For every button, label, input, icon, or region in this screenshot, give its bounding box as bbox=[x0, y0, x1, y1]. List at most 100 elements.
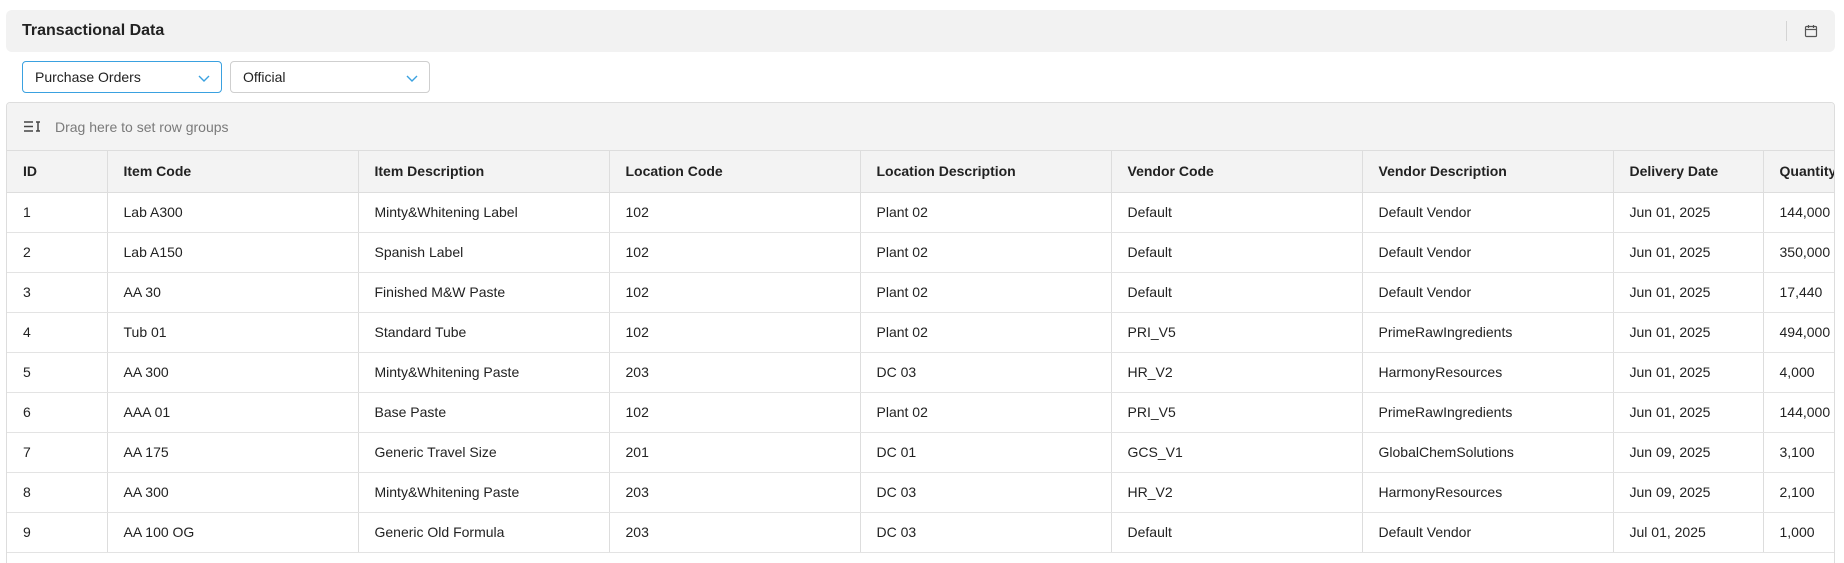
cell-quantity[interactable]: 1,000 bbox=[1763, 512, 1834, 553]
cell-location-code[interactable]: 102 bbox=[609, 392, 861, 433]
cell-location-code[interactable]: 203 bbox=[609, 472, 861, 513]
cell-location-code[interactable]: 203 bbox=[609, 512, 861, 553]
cell-item-code[interactable]: AA 175 bbox=[107, 432, 359, 473]
cell-location-code[interactable]: 203 bbox=[609, 352, 861, 393]
table-row[interactable]: 9 AA 100 OG Generic Old Formula 203 DC 03 Def… bbox=[7, 512, 1834, 553]
column-header-location-description[interactable]: Location Description bbox=[860, 151, 1112, 193]
cell-item-description[interactable]: Minty&Whitening Paste bbox=[358, 472, 610, 513]
cell-vendor-code[interactable]: PRI_V5 bbox=[1111, 312, 1363, 353]
cell-quantity[interactable]: 144,000 bbox=[1763, 192, 1834, 233]
row-group-panel[interactable]: Drag here to set row groups bbox=[7, 103, 1834, 151]
table-row[interactable]: 8 AA 300 Minty&Whitening Paste 203 DC 03 HR_V… bbox=[7, 472, 1834, 513]
cell-item-code[interactable]: Lab A300 bbox=[107, 192, 359, 233]
cell-item-code[interactable]: AA 30 bbox=[107, 272, 359, 313]
cell-vendor-description[interactable]: GlobalChemSolutions bbox=[1362, 432, 1614, 473]
table-row[interactable]: 1 Lab A300 Minty&Whitening Label 102 Plant 0… bbox=[7, 192, 1834, 233]
column-header-id[interactable]: ID bbox=[7, 151, 108, 193]
cell-location-description[interactable]: DC 03 bbox=[860, 472, 1112, 513]
cell-delivery-date[interactable]: Jun 09, 2025 bbox=[1613, 432, 1764, 473]
cell-location-code[interactable]: 201 bbox=[609, 432, 861, 473]
cell-vendor-description[interactable]: Default Vendor bbox=[1362, 232, 1614, 273]
column-header-item-code[interactable]: Item Code bbox=[107, 151, 359, 193]
cell-item-description[interactable]: Base Paste bbox=[358, 392, 610, 433]
cell-id[interactable]: 2 bbox=[7, 232, 108, 273]
cell-delivery-date[interactable]: Jun 01, 2025 bbox=[1613, 232, 1764, 273]
cell-delivery-date[interactable]: Jun 01, 2025 bbox=[1613, 352, 1764, 393]
cell-id[interactable]: 6 bbox=[7, 392, 108, 433]
cell-item-description[interactable]: Finished M&W Paste bbox=[358, 272, 610, 313]
column-header-vendor-description[interactable]: Vendor Description bbox=[1362, 151, 1614, 193]
cell-item-description[interactable]: Minty&Whitening Paste bbox=[358, 352, 610, 393]
cell-vendor-code[interactable]: HR_V2 bbox=[1111, 472, 1363, 513]
cell-vendor-description[interactable]: HarmonyResources bbox=[1362, 352, 1614, 393]
cell-delivery-date[interactable]: Jun 01, 2025 bbox=[1613, 272, 1764, 313]
data-type-select[interactable]: Purchase Orders bbox=[22, 61, 222, 93]
cell-location-code[interactable]: 102 bbox=[609, 232, 861, 273]
cell-item-code[interactable]: AAA 01 bbox=[107, 392, 359, 433]
cell-location-description[interactable]: Plant 02 bbox=[860, 192, 1112, 233]
cell-vendor-description[interactable]: HarmonyResources bbox=[1362, 472, 1614, 513]
cell-vendor-description[interactable]: Default Vendor bbox=[1362, 192, 1614, 233]
cell-location-description[interactable]: DC 01 bbox=[860, 432, 1112, 473]
cell-vendor-description[interactable]: Default Vendor bbox=[1362, 272, 1614, 313]
table-row[interactable]: 2 Lab A150 Spanish Label 102 Plant 02 Default… bbox=[7, 232, 1834, 273]
cell-vendor-code[interactable]: GCS_V1 bbox=[1111, 432, 1363, 473]
cell-item-code[interactable]: AA 300 bbox=[107, 352, 359, 393]
cell-id[interactable]: 9 bbox=[7, 512, 108, 553]
version-select[interactable]: Official bbox=[230, 61, 430, 93]
cell-vendor-description[interactable]: PrimeRawIngredients bbox=[1362, 312, 1614, 353]
cell-location-description[interactable]: DC 03 bbox=[860, 512, 1112, 553]
cell-quantity[interactable]: 350,000 bbox=[1763, 232, 1834, 273]
cell-id[interactable]: 5 bbox=[7, 352, 108, 393]
calendar-button[interactable] bbox=[1801, 22, 1821, 40]
table-row[interactable]: 7 AA 175 Generic Travel Size 201 DC 01 GCS_V1… bbox=[7, 432, 1834, 473]
table-row[interactable]: 5 AA 300 Minty&Whitening Paste 203 DC 03 HR_V… bbox=[7, 352, 1834, 393]
cell-item-description[interactable]: Spanish Label bbox=[358, 232, 610, 273]
cell-vendor-description[interactable]: PrimeRawIngredients bbox=[1362, 392, 1614, 433]
cell-location-description[interactable]: Plant 02 bbox=[860, 272, 1112, 313]
cell-location-code[interactable]: 102 bbox=[609, 272, 861, 313]
cell-quantity[interactable]: 3,100 bbox=[1763, 432, 1834, 473]
table-row[interactable]: 6 AAA 01 Base Paste 102 Plant 02 PRI_V5 PrimeR… bbox=[7, 392, 1834, 433]
cell-location-description[interactable]: Plant 02 bbox=[860, 232, 1112, 273]
cell-delivery-date[interactable]: Jul 01, 2025 bbox=[1613, 512, 1764, 553]
cell-id[interactable]: 4 bbox=[7, 312, 108, 353]
cell-location-code[interactable]: 102 bbox=[609, 192, 861, 233]
cell-item-code[interactable]: Tub 01 bbox=[107, 312, 359, 353]
cell-location-description[interactable]: Plant 02 bbox=[860, 312, 1112, 353]
cell-id[interactable]: 1 bbox=[7, 192, 108, 233]
cell-location-description[interactable]: DC 03 bbox=[860, 352, 1112, 393]
cell-quantity[interactable]: 2,100 bbox=[1763, 472, 1834, 513]
cell-delivery-date[interactable]: Jun 01, 2025 bbox=[1613, 392, 1764, 433]
cell-quantity[interactable]: 4,000 bbox=[1763, 352, 1834, 393]
cell-vendor-code[interactable]: PRI_V5 bbox=[1111, 392, 1363, 433]
cell-delivery-date[interactable]: Jun 01, 2025 bbox=[1613, 192, 1764, 233]
cell-item-description[interactable]: Standard Tube bbox=[358, 312, 610, 353]
cell-location-description[interactable]: Plant 02 bbox=[860, 392, 1112, 433]
cell-id[interactable]: 3 bbox=[7, 272, 108, 313]
cell-vendor-code[interactable]: Default bbox=[1111, 192, 1363, 233]
table-row[interactable]: 3 AA 30 Finished M&W Paste 102 Plant 02 Defau… bbox=[7, 272, 1834, 313]
cell-item-description[interactable]: Minty&Whitening Label bbox=[358, 192, 610, 233]
column-header-item-description[interactable]: Item Description bbox=[358, 151, 610, 193]
column-header-quantity[interactable]: Quantity bbox=[1763, 151, 1834, 193]
cell-quantity[interactable]: 144,000 bbox=[1763, 392, 1834, 433]
cell-vendor-code[interactable]: Default bbox=[1111, 512, 1363, 553]
cell-item-description[interactable]: Generic Old Formula bbox=[358, 512, 610, 553]
column-header-delivery-date[interactable]: Delivery Date bbox=[1613, 151, 1764, 193]
cell-vendor-code[interactable]: Default bbox=[1111, 272, 1363, 313]
column-header-location-code[interactable]: Location Code bbox=[609, 151, 861, 193]
column-header-vendor-code[interactable]: Vendor Code bbox=[1111, 151, 1363, 193]
cell-item-code[interactable]: Lab A150 bbox=[107, 232, 359, 273]
cell-id[interactable]: 7 bbox=[7, 432, 108, 473]
cell-id[interactable]: 8 bbox=[7, 472, 108, 513]
cell-vendor-description[interactable]: Default Vendor bbox=[1362, 512, 1614, 553]
cell-delivery-date[interactable]: Jun 09, 2025 bbox=[1613, 472, 1764, 513]
table-row[interactable]: 4 Tub 01 Standard Tube 102 Plant 02 PRI_V5 Pri… bbox=[7, 312, 1834, 353]
cell-quantity[interactable]: 494,000 bbox=[1763, 312, 1834, 353]
cell-location-code[interactable]: 102 bbox=[609, 312, 861, 353]
cell-item-code[interactable]: AA 300 bbox=[107, 472, 359, 513]
cell-item-code[interactable]: AA 100 OG bbox=[107, 512, 359, 553]
cell-vendor-code[interactable]: Default bbox=[1111, 232, 1363, 273]
cell-item-description[interactable]: Generic Travel Size bbox=[358, 432, 610, 473]
